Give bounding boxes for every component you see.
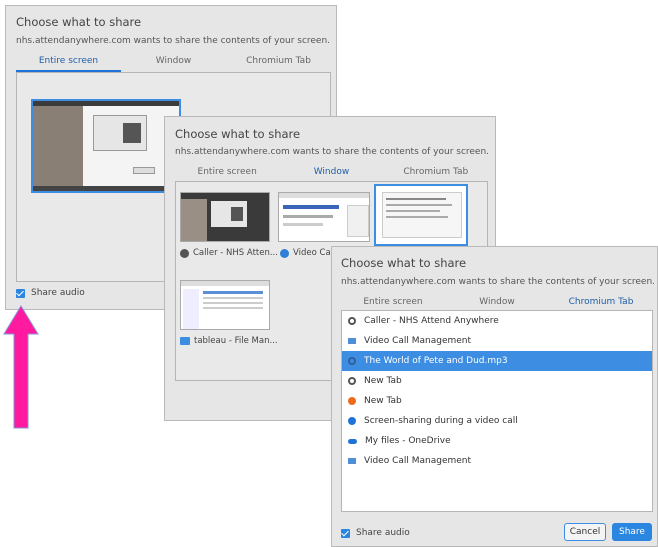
cloud-icon <box>348 438 357 444</box>
cancel-button[interactable]: Cancel <box>564 523 606 541</box>
share-audio-label: Share audio <box>31 288 85 298</box>
window-thumbnail-caller[interactable] <box>180 192 270 242</box>
share-button[interactable]: Share <box>612 523 652 541</box>
list-item[interactable]: Video Call Management <box>342 331 652 351</box>
window-thumbnail-selected[interactable] <box>374 184 468 246</box>
page-icon <box>348 338 356 344</box>
chromium-icon <box>348 317 356 325</box>
dialog-title: Choose what to share <box>175 127 301 141</box>
list-item[interactable]: My files - OneDrive <box>342 431 652 451</box>
page-icon <box>348 458 356 464</box>
tab-bar: Entire screen Window Chromium Tab <box>16 56 331 72</box>
window-thumbnail-tableau[interactable] <box>180 280 270 330</box>
pink-arrow-icon <box>3 305 39 429</box>
chromium-icon <box>348 377 356 385</box>
folder-icon <box>180 337 190 345</box>
chromium-icon <box>180 248 189 258</box>
list-item[interactable]: Screen-sharing during a video call <box>342 411 652 431</box>
tab-entire-screen[interactable]: Entire screen <box>16 56 121 72</box>
dialog-subtitle: nhs.attendanywhere.com wants to share th… <box>175 147 490 157</box>
window-label: Caller - NHS Atten... <box>193 248 278 258</box>
dialog-title: Choose what to share <box>341 256 467 270</box>
window-thumbnail-video-call[interactable] <box>278 192 370 242</box>
list-item[interactable]: Video Call Management <box>342 451 652 471</box>
tab-chromium-tab[interactable]: Chromium Tab <box>226 56 331 72</box>
share-dialog-chromium-tab: Choose what to share nhs.attendanywhere.… <box>331 246 658 547</box>
window-item-tableau[interactable]: tableau - File Man... <box>180 336 278 346</box>
list-item[interactable]: New Tab <box>342 391 652 411</box>
chromium-tab-list: Caller - NHS Attend Anywhere Video Call … <box>341 310 653 512</box>
window-item-caller[interactable]: Caller - NHS Atten... <box>180 248 278 258</box>
screen-thumbnail[interactable] <box>31 99 181 193</box>
dialog-subtitle: nhs.attendanywhere.com wants to share th… <box>341 277 656 287</box>
tab-window[interactable]: Window <box>121 56 226 72</box>
brave-icon <box>348 397 356 405</box>
window-label: tableau - File Man... <box>194 336 278 346</box>
share-audio-label: Share audio <box>356 528 410 538</box>
chromium-icon <box>348 357 356 365</box>
list-item[interactable]: New Tab <box>342 371 652 391</box>
list-item[interactable]: Caller - NHS Attend Anywhere <box>342 311 652 331</box>
dialog-subtitle: nhs.attendanywhere.com wants to share th… <box>16 36 331 46</box>
chrome-icon <box>280 248 289 258</box>
dialog-title: Choose what to share <box>16 15 142 29</box>
share-audio-checkbox[interactable] <box>16 289 25 298</box>
globe-icon <box>348 417 356 425</box>
list-item-selected[interactable]: The World of Pete and Dud.mp3 <box>342 351 652 371</box>
share-audio-checkbox[interactable] <box>341 529 350 538</box>
